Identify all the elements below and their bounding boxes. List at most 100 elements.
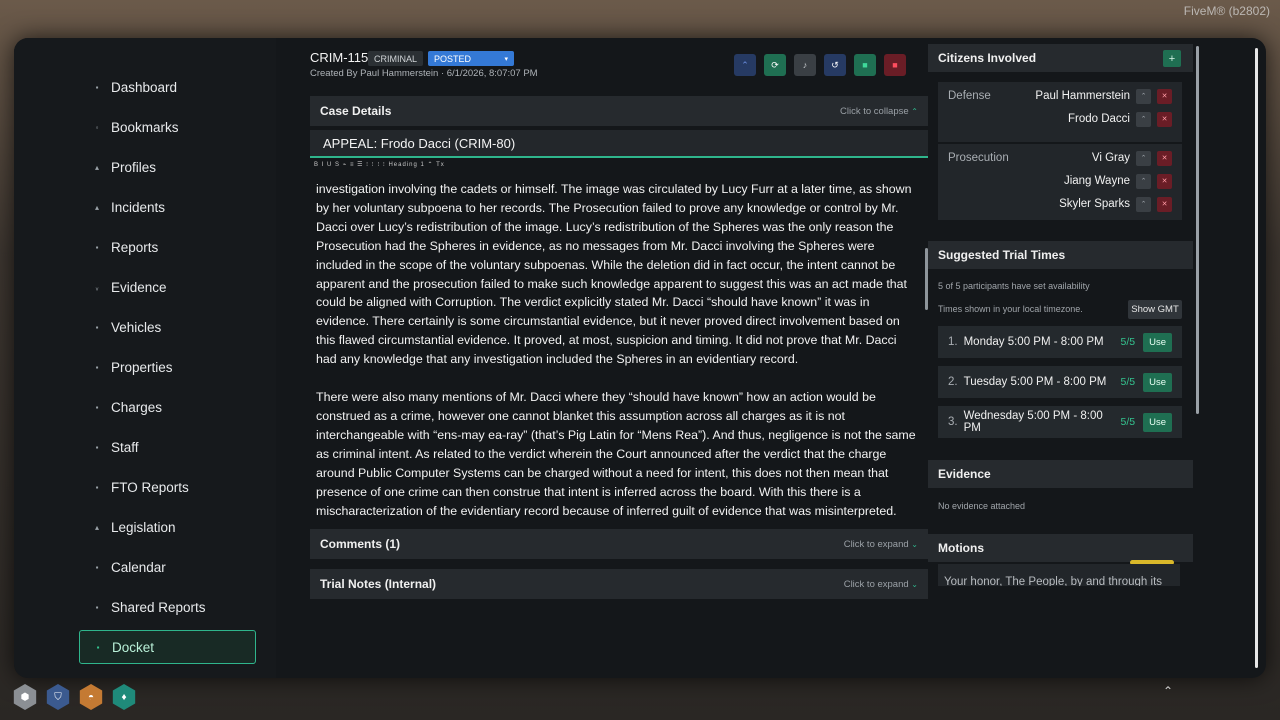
use-slot-button[interactable]: Use	[1143, 412, 1172, 432]
sidebar-item-vehicles[interactable]: ▪ Vehicles	[79, 310, 256, 344]
legislation-icon: ▴	[94, 522, 99, 532]
slot-index: 1.	[948, 336, 958, 348]
delete-icon: ■	[892, 60, 898, 70]
collapse-hint: Click to collapse ⌃	[840, 105, 918, 117]
refresh-button[interactable]: ⟳	[764, 54, 786, 76]
promote-button[interactable]: ⌃	[1136, 88, 1151, 104]
citizen-row: Jiang Wayne ⌃ ✕	[1064, 171, 1172, 191]
promote-button[interactable]: ⌃	[1136, 150, 1151, 166]
slot-label: Wednesday 5:00 PM - 8:00 PM	[963, 410, 1103, 434]
use-slot-button[interactable]: Use	[1143, 332, 1172, 352]
sidebar-item-label: Vehicles	[111, 319, 162, 335]
motion-preview[interactable]: Your honor, The People, by and through i…	[938, 564, 1180, 586]
slot-availability: 5/5	[1120, 336, 1136, 348]
status-select[interactable]: POSTED ▾	[428, 51, 514, 66]
slot-label: Monday 5:00 PM - 8:00 PM	[963, 336, 1104, 348]
promote-button[interactable]: ⌃	[1136, 111, 1151, 127]
sidebar-item-calendar[interactable]: ▪ Calendar	[79, 550, 256, 584]
sidebar-item-label: Profiles	[111, 159, 157, 175]
sidebar-item-staff[interactable]: ▪ Staff	[79, 430, 256, 464]
stop-button[interactable]: ■	[854, 54, 876, 76]
chevron-up-icon[interactable]: ⌃	[1163, 684, 1173, 698]
case-title-input[interactable]: APPEAL: Frodo Dacci (CRIM-80)	[310, 130, 928, 158]
remove-citizen-button[interactable]: ✕	[1157, 173, 1172, 189]
chevron-down-icon: ⌄	[911, 539, 918, 549]
motions-header: Motions	[928, 534, 1193, 562]
case-details-title: Case Details	[320, 104, 392, 118]
slot-index: 3.	[948, 416, 958, 428]
sidebar-item-fto-reports[interactable]: ▪ FTO Reports	[79, 470, 256, 504]
sidebar-item-label: FTO Reports	[111, 479, 189, 495]
use-slot-button[interactable]: Use	[1143, 372, 1172, 392]
prosecution-group: Prosecution Vi Gray ⌃ ✕ Jiang Wayne ⌃ ✕ Skyler…	[938, 144, 1182, 220]
sidebar-item-label: Staff	[111, 439, 139, 455]
collapse-button[interactable]: ⌃	[734, 54, 756, 76]
water-hex-icon: ♦	[112, 684, 136, 710]
created-by: Created By Paul Hammerstein · 6/1/2026, …	[310, 68, 538, 79]
sidebar-item-label: Legislation	[111, 519, 176, 535]
sidebar-item-label: Incidents	[111, 199, 166, 215]
sidebar-item-bookmarks[interactable]: ◦ Bookmarks	[79, 110, 256, 144]
sidebar-item-shared-reports[interactable]: ▪ Shared Reports	[79, 590, 256, 624]
sidebar-item-label: Reports	[111, 239, 159, 255]
trial-time-slot: 1. Monday 5:00 PM - 8:00 PM 5/5 Use	[938, 326, 1182, 358]
remove-citizen-button[interactable]: ✕	[1157, 196, 1172, 212]
settings-hex-icon: ⬢	[13, 684, 37, 710]
food-hex-icon: ◓	[79, 684, 103, 710]
evidence-title: Evidence	[938, 467, 991, 481]
history-button[interactable]: ↺	[824, 54, 846, 76]
add-citizen-button[interactable]: +	[1163, 50, 1181, 67]
citizen-row: Skyler Sparks ⌃ ✕	[1059, 194, 1172, 214]
defense-group: Defense Paul Hammerstein ⌃ ✕ Frodo Dacci ⌃ ✕	[938, 82, 1182, 142]
case-details-header[interactable]: Case Details Click to collapse ⌃	[310, 96, 928, 126]
delete-button[interactable]: ■	[884, 54, 906, 76]
status-hud: ⬢ ⛉ ◓ ♦	[12, 684, 137, 710]
profile-icon: ▴	[94, 162, 99, 172]
chevron-down-icon: ▾	[504, 55, 508, 63]
evidence-header: Evidence	[928, 460, 1193, 488]
sidebar: ▪ Dashboard ◦ Bookmarks ▴ Profiles ▴ Incidents ▪…	[14, 38, 276, 678]
comments-header[interactable]: Comments (1) Click to expand ⌄	[310, 529, 928, 559]
sidebar-item-reports[interactable]: ▪ Reports	[79, 230, 256, 264]
sidebar-item-dashboard[interactable]: ▪ Dashboard	[79, 70, 256, 104]
sidebar-item-legislation[interactable]: ▴ Legislation	[79, 510, 256, 544]
expand-hint: Click to expand ⌄	[843, 578, 918, 590]
citizen-name: Jiang Wayne	[1063, 175, 1130, 187]
sidebar-item-label: Calendar	[111, 559, 166, 575]
case-main: CRIM-115 CRIMINAL POSTED ▾ Created By Pa…	[296, 38, 928, 678]
promote-button[interactable]: ⌃	[1136, 196, 1151, 212]
side-panel-scrollbar[interactable]	[1196, 46, 1199, 414]
bell-button[interactable]: ♪	[794, 54, 816, 76]
property-icon: ▪	[95, 362, 99, 372]
window-scrollbar[interactable]	[1255, 48, 1258, 668]
case-type-tag: CRIMINAL	[368, 51, 424, 66]
citizens-title: Citizens Involved	[938, 51, 1037, 65]
editor-toolbar[interactable]: B I U S ⌁ ≡ ☰ ⁝ ⁝ ⁝ ⁝ Heading 1 ⌃ Tx	[314, 161, 445, 170]
remove-citizen-button[interactable]: ✕	[1157, 150, 1172, 166]
history-icon: ↺	[831, 59, 839, 70]
remove-citizen-button[interactable]: ✕	[1157, 88, 1172, 104]
trial-notes-header[interactable]: Trial Notes (Internal) Click to expand ⌄	[310, 569, 928, 599]
sidebar-item-label: Docket	[112, 639, 155, 655]
editor-paragraph: There were also many mentions of Mr. Dac…	[316, 390, 916, 518]
case-details-editor[interactable]: investigation involving the cadets or hi…	[310, 174, 928, 520]
sidebar-item-label: Dashboard	[111, 79, 178, 95]
promote-button[interactable]: ⌃	[1136, 173, 1151, 189]
shared-icon: ▪	[95, 602, 99, 612]
trial-times-header: Suggested Trial Times	[928, 241, 1193, 269]
sidebar-item-label: Properties	[111, 359, 173, 375]
sidebar-item-docket[interactable]: ▪ Docket	[79, 630, 256, 664]
collapse-icon: ⌃	[741, 59, 749, 70]
sidebar-item-evidence[interactable]: ᵥ Evidence	[79, 270, 256, 304]
show-gmt-button[interactable]: Show GMT	[1128, 300, 1182, 319]
fto-icon: ▪	[95, 482, 99, 492]
remove-citizen-button[interactable]: ✕	[1157, 111, 1172, 127]
sidebar-item-incidents[interactable]: ▴ Incidents	[79, 190, 256, 224]
sidebar-item-properties[interactable]: ▪ Properties	[79, 350, 256, 384]
refresh-icon: ⟳	[771, 59, 779, 70]
sidebar-item-charges[interactable]: ▪ Charges	[79, 390, 256, 424]
sidebar-item-profiles[interactable]: ▴ Profiles	[79, 150, 256, 184]
sidebar-item-label: Charges	[111, 399, 163, 415]
case-id: CRIM-115	[310, 50, 369, 65]
editor-paragraph: investigation involving the cadets or hi…	[316, 182, 912, 367]
